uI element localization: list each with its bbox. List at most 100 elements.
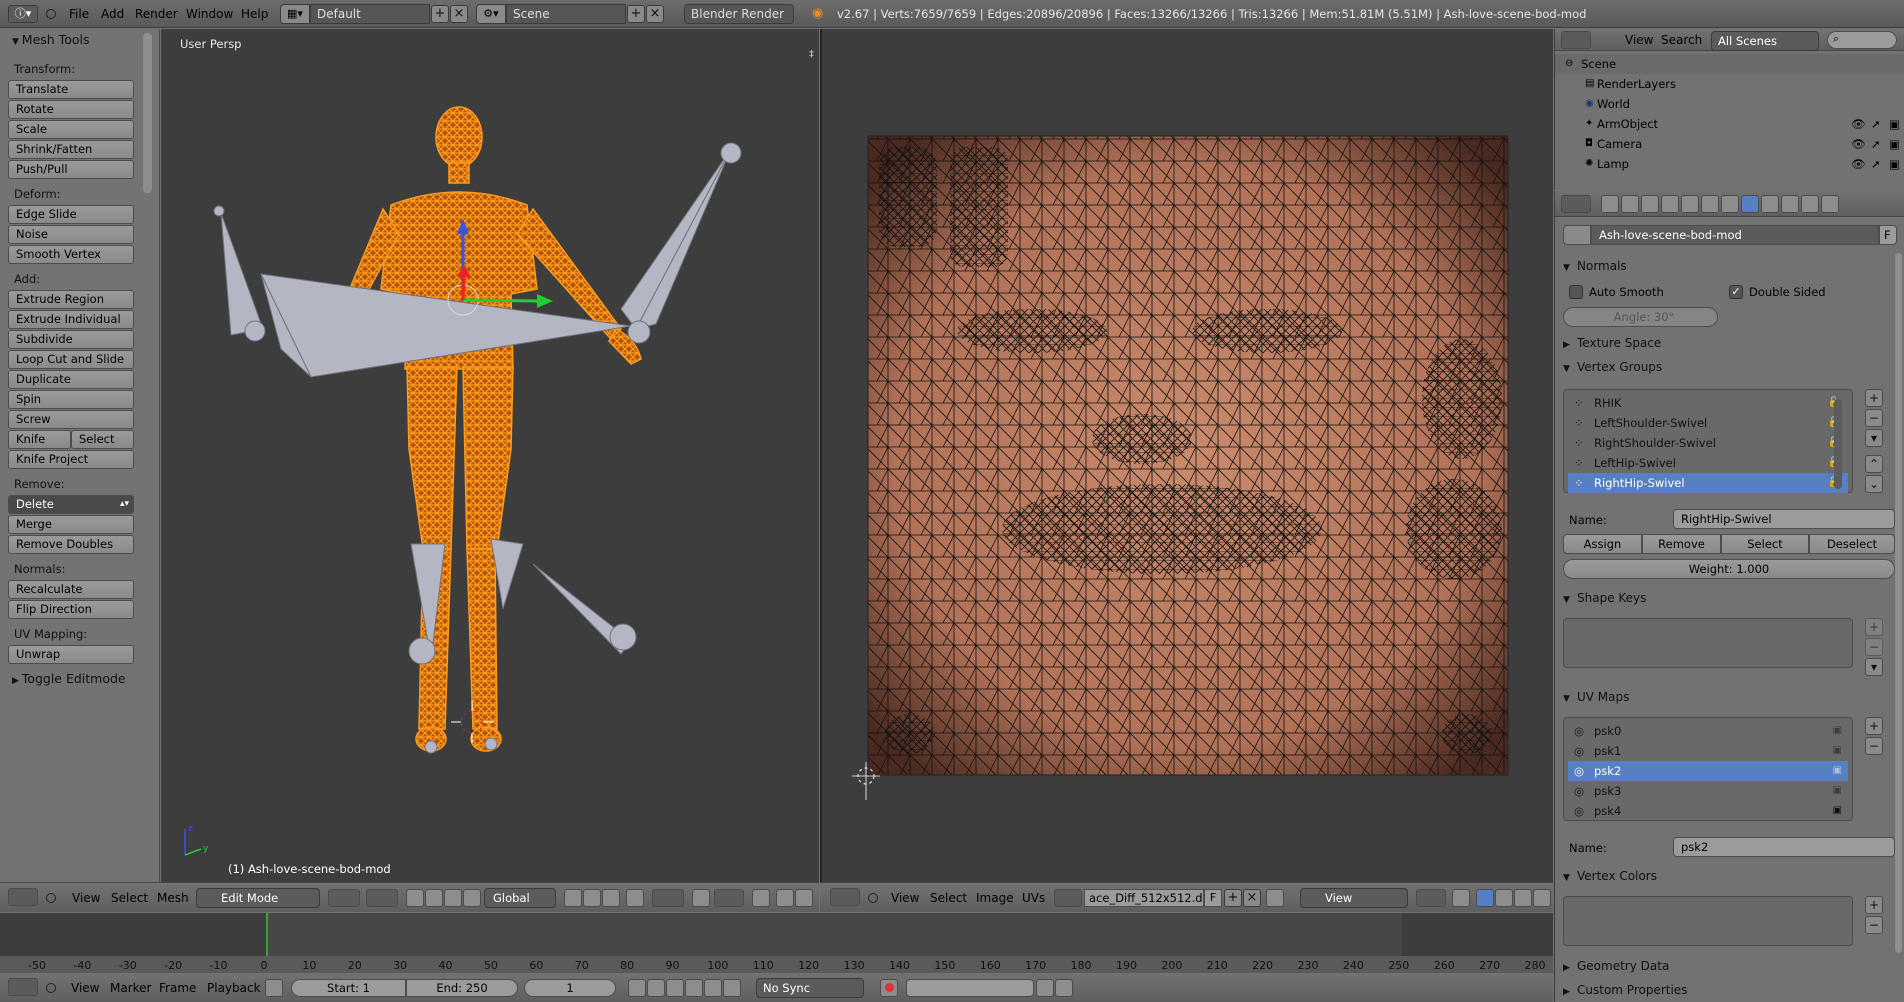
shape-key-specials-icon[interactable]: ▾ [1865, 658, 1883, 676]
smooth-vertex-button[interactable]: Smooth Vertex [8, 245, 134, 264]
viewport-menu-mesh[interactable]: Mesh [157, 891, 189, 905]
face-select-mode-icon[interactable] [602, 889, 620, 907]
menu-help[interactable]: Help [241, 6, 268, 22]
add-screen-icon[interactable]: + [431, 5, 449, 23]
double-sided-checkbox[interactable]: ✓ [1729, 285, 1743, 299]
knife-select-button[interactable]: Select [71, 430, 134, 449]
outliner-menu-search[interactable]: Search [1661, 33, 1702, 47]
outliner-menu-view[interactable]: View [1625, 33, 1653, 47]
start-frame-field[interactable]: Start: 1 [291, 979, 406, 997]
outliner-item-world[interactable]: ◉ World [1555, 94, 1904, 114]
uv-editor-type-icon[interactable] [830, 888, 860, 906]
custom-properties-panel-header[interactable]: ▶ Custom Properties [1563, 980, 1891, 1000]
timeline-menu-playback[interactable]: Playback [207, 981, 261, 995]
delete-keyframe-icon[interactable] [1055, 979, 1073, 997]
jump-end-icon[interactable] [723, 979, 741, 997]
timeline-menu-marker[interactable]: Marker [110, 981, 151, 995]
add-uv-map-icon[interactable]: + [1865, 717, 1883, 735]
manipulator-toggle-icon[interactable] [406, 889, 424, 907]
vertex-group-name-field[interactable]: RightHip-Swivel [1673, 509, 1895, 529]
texture-space-panel-header[interactable]: ▶ Texture Space [1563, 333, 1891, 353]
physics-tab-icon[interactable] [1821, 195, 1839, 213]
mesh-datablock-icon[interactable] [1563, 225, 1591, 245]
uv-menu-uvs[interactable]: UVs [1022, 891, 1045, 905]
material-tab-icon[interactable] [1761, 195, 1779, 213]
jump-keyframe-back-icon[interactable] [647, 979, 665, 997]
jump-keyframe-forward-icon[interactable] [704, 979, 722, 997]
pin-image-icon[interactable] [1266, 889, 1284, 907]
uv-map-item[interactable]: ◎ psk1 ▣ [1568, 741, 1848, 761]
remove-screen-icon[interactable]: × [450, 5, 468, 23]
tool-shelf-scrollbar[interactable] [143, 33, 152, 193]
remove-vertex-color-icon[interactable]: − [1865, 916, 1883, 934]
texture-tab-icon[interactable] [1781, 195, 1799, 213]
toggle-editmode-header[interactable]: ▶ Toggle Editmode [12, 671, 126, 686]
timeline-menu-view[interactable]: View [71, 981, 99, 995]
collapse-menu-icon[interactable] [46, 983, 56, 993]
outliner-editor-type-icon[interactable] [1561, 31, 1591, 49]
collapse-menu-icon[interactable] [868, 893, 878, 903]
current-frame-field[interactable]: 1 [524, 979, 616, 997]
properties-scrollbar[interactable] [1895, 253, 1902, 953]
shape-keys-panel-header[interactable]: ▼ Shape Keys [1563, 588, 1891, 608]
rotate-button[interactable]: Rotate [8, 100, 134, 119]
render-tab-icon[interactable] [1601, 195, 1619, 213]
assign-button[interactable]: Assign [1563, 534, 1642, 554]
viewport-menu-view[interactable]: View [72, 891, 100, 905]
visibility-eye-icon[interactable]: 👁 [1851, 154, 1866, 174]
knife-button[interactable]: Knife [8, 430, 71, 449]
select-button[interactable]: Select [1721, 534, 1809, 554]
extrude-individual-button[interactable]: Extrude Individual [8, 310, 134, 329]
translate-button[interactable]: Translate [8, 80, 134, 99]
insert-keyframe-icon[interactable] [1036, 979, 1054, 997]
recalculate-button[interactable]: Recalculate [8, 580, 134, 599]
renderable-camera-icon[interactable]: ▣ [1889, 114, 1900, 134]
active-render-icon[interactable]: ▣ [1833, 761, 1842, 781]
snap-toggle-icon[interactable] [692, 889, 710, 907]
auto-keying-record-icon[interactable] [880, 979, 898, 997]
uv-menu-select[interactable]: Select [930, 891, 967, 905]
opengl-render-animation-icon[interactable] [795, 889, 813, 907]
outliner-item-camera[interactable]: ◘ Camera 👁 ➚ ▣ [1555, 134, 1904, 154]
image-name-field[interactable]: ace_Diff_512x512.dds [1084, 889, 1204, 907]
screen-layout-icon[interactable]: ▦▾ [280, 4, 310, 24]
active-render-icon[interactable]: ▣ [1833, 741, 1842, 761]
render-engine-dropdown[interactable]: Blender Render [684, 4, 794, 24]
uv-menu-view[interactable]: View [891, 891, 919, 905]
auto-smooth-checkbox[interactable] [1569, 285, 1583, 299]
rotate-manipulator-icon[interactable] [444, 889, 462, 907]
unwrap-button[interactable]: Unwrap [8, 645, 134, 664]
uv-map-name-field[interactable]: psk2 [1673, 837, 1895, 857]
object-tab-icon[interactable] [1681, 195, 1699, 213]
image-fake-user-button[interactable]: F [1204, 889, 1222, 907]
render-layers-tab-icon[interactable] [1621, 195, 1639, 213]
vertex-select-mode-icon[interactable] [564, 889, 582, 907]
uv-menu-image[interactable]: Image [976, 891, 1014, 905]
vertex-group-item-selected[interactable]: ⁘RightHip-Swivel🔓 [1568, 473, 1848, 493]
delete-dropdown[interactable]: Delete ▴▾ [8, 495, 134, 514]
uv-map-item[interactable]: ◎ psk4 ▣ [1568, 801, 1848, 821]
vertex-group-item[interactable]: ⁘RHIK🔓 [1568, 393, 1848, 413]
uv-maps-panel-header[interactable]: ▼ UV Maps [1563, 687, 1891, 707]
particles-tab-icon[interactable] [1801, 195, 1819, 213]
push-pull-button[interactable]: Push/Pull [8, 160, 134, 179]
transform-orientation-dropdown[interactable]: Global [484, 888, 556, 908]
uv-map-item[interactable]: ◎ psk0 ▣ [1568, 721, 1848, 741]
loop-cut-slide-button[interactable]: Loop Cut and Slide [8, 350, 134, 369]
unlink-image-icon[interactable]: × [1243, 889, 1261, 907]
uv-image-editor[interactable] [820, 29, 1553, 882]
menu-window[interactable]: Window [186, 6, 233, 22]
timeline-menu-frame[interactable]: Frame [159, 981, 196, 995]
pivot-icon[interactable] [1416, 889, 1446, 907]
geometry-data-panel-header[interactable]: ▶ Geometry Data [1563, 956, 1891, 976]
fake-user-button[interactable]: F [1879, 225, 1897, 245]
move-up-icon[interactable]: ⌃ [1865, 455, 1883, 473]
viewport-shading-icon[interactable] [328, 889, 360, 907]
vertex-colors-panel-header[interactable]: ▼ Vertex Colors [1563, 866, 1891, 886]
renderable-camera-icon[interactable]: ▣ [1889, 154, 1900, 174]
visibility-eye-icon[interactable]: 👁 [1851, 134, 1866, 154]
subdivide-button[interactable]: Subdivide [8, 330, 134, 349]
3d-viewport[interactable]: z y ‡ [161, 29, 819, 882]
add-vertex-group-icon[interactable]: + [1865, 389, 1883, 407]
menu-render[interactable]: Render [135, 6, 178, 22]
